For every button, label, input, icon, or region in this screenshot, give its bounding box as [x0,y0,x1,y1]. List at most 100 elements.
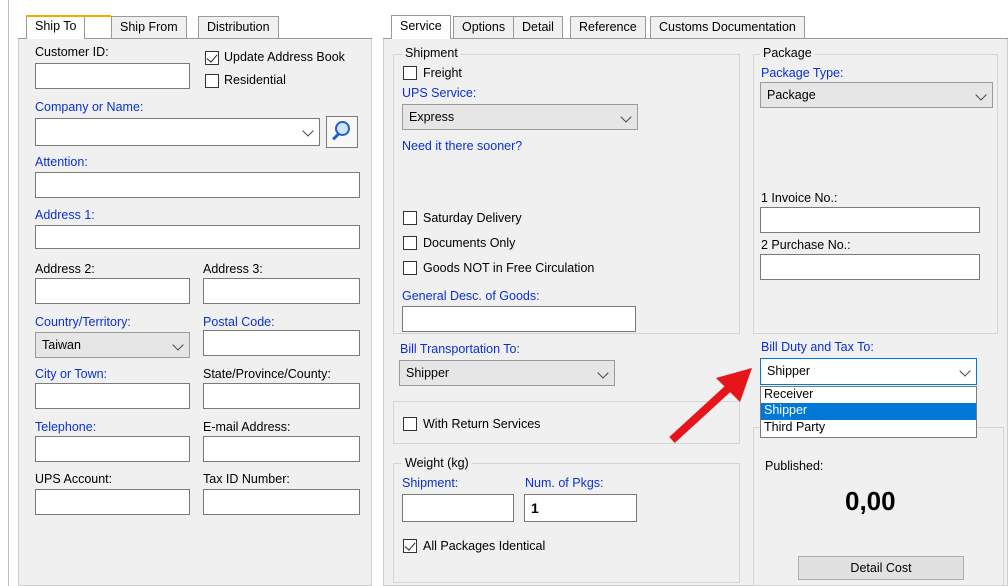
return-services-checkbox[interactable] [403,417,417,431]
tab-distribution[interactable]: Distribution [198,16,279,38]
residential-checkbox[interactable] [205,74,219,88]
tab-ship-to[interactable]: Ship To [26,15,86,39]
right-tab-line [383,38,1008,39]
general-desc-label: General Desc. of Goods: [402,289,540,303]
telephone-input[interactable] [35,436,190,462]
postal-code-label: Postal Code: [203,315,275,329]
bill-duty-value: Shipper [767,364,811,378]
bill-duty-dropdown-list: Receiver Shipper Third Party [760,386,977,438]
package-type-select[interactable]: Package [760,82,993,108]
purchase-input[interactable] [760,254,980,280]
tax-id-label: Tax ID Number: [203,472,290,486]
address2-label: Address 2: [35,262,95,276]
return-services-label: With Return Services [423,417,541,431]
chevron-down-icon [620,111,632,123]
chevron-down-icon [975,89,987,101]
chevron-down-icon [959,365,971,377]
weight-group-label: Weight (kg) [402,456,472,470]
num-pkgs-input[interactable]: 1 [524,494,637,522]
company-select[interactable] [35,118,320,146]
tab-detail[interactable]: Detail [513,16,563,38]
bill-transport-label: Bill Transportation To: [400,342,520,356]
address1-input[interactable] [35,225,360,249]
update-address-book-label: Update Address Book [224,50,345,64]
city-label: City or Town: [35,367,108,381]
postal-code-input[interactable] [203,330,360,356]
company-label: Company or Name: [35,100,144,114]
left-edge [8,0,9,586]
shipment-weight-input[interactable] [402,494,514,522]
tab-ship-from[interactable]: Ship From [111,16,187,38]
bill-transport-value: Shipper [406,366,450,380]
ups-account-label: UPS Account: [35,472,113,486]
tab-reference[interactable]: Reference [570,16,646,38]
package-group-label: Package [760,46,815,60]
need-it-sooner-link[interactable]: Need it there sooner? [402,139,522,153]
invoice-input[interactable] [760,207,980,233]
published-label: Published: [765,459,824,473]
country-value: Taiwan [42,338,81,352]
state-input[interactable] [203,383,360,409]
bill-duty-select[interactable]: Shipper [760,358,977,385]
purchase-label: 2 Purchase No.: [761,238,851,252]
goods-not-free-checkbox[interactable] [403,261,417,275]
general-desc-input[interactable] [402,306,636,332]
tab-customs-documentation[interactable]: Customs Documentation [650,16,805,38]
ups-service-value: Express [409,110,455,124]
email-input[interactable] [203,436,360,462]
num-pkgs-value: 1 [531,500,539,516]
freight-checkbox[interactable] [403,66,417,80]
arrow-shaft [669,382,735,443]
address3-label: Address 3: [203,262,263,276]
bill-duty-label: Bill Duty and Tax To: [761,340,874,354]
saturday-delivery-label: Saturday Delivery [423,211,522,225]
magnifier-handle [332,132,340,141]
documents-only-checkbox[interactable] [403,236,417,250]
invoice-label: 1 Invoice No.: [761,191,838,205]
chevron-down-icon [302,125,314,137]
detail-cost-button[interactable]: Detail Cost [798,556,964,580]
published-amount: 0,00 [845,486,896,516]
address2-input[interactable] [35,278,190,304]
all-packages-identical-label: All Packages Identical [423,539,546,553]
documents-only-label: Documents Only [423,236,516,250]
package-type-label: Package Type: [761,66,844,80]
tab-options[interactable]: Options [453,16,515,38]
ups-account-input[interactable] [35,489,190,515]
chevron-down-icon [172,339,184,351]
address1-label: Address 1: [35,208,95,222]
customer-id-label: Customer ID: [35,45,109,59]
address3-input[interactable] [203,278,360,304]
customer-id-input[interactable] [35,63,190,89]
update-address-book-checkbox[interactable] [205,51,219,65]
tax-id-input[interactable] [203,489,360,515]
city-input[interactable] [35,383,190,409]
state-label: State/Province/County: [203,367,331,381]
shipment-weight-label: Shipment: [402,476,459,490]
saturday-delivery-checkbox[interactable] [403,211,417,225]
option-third-party[interactable]: Third Party [761,420,976,437]
ups-service-label: UPS Service: [402,86,477,100]
email-label: E-mail Address: [203,420,291,434]
telephone-label: Telephone: [35,420,97,434]
country-label: Country/Territory: [35,315,131,329]
attention-label: Attention: [35,155,88,169]
option-receiver[interactable]: Receiver [761,387,976,403]
search-button[interactable] [326,116,358,148]
ups-service-select[interactable]: Express [402,104,638,130]
tab-service[interactable]: Service [391,15,451,39]
chevron-down-icon [597,367,609,379]
country-select[interactable]: Taiwan [35,332,190,358]
red-arrow-annotation [669,368,752,443]
goods-not-free-label: Goods NOT in Free Circulation [423,261,595,275]
num-pkgs-label: Num. of Pkgs: [525,476,604,490]
freight-label: Freight [423,66,462,80]
package-type-value: Package [767,88,816,102]
option-shipper[interactable]: Shipper [761,403,976,420]
active-tab-indicator [26,15,111,17]
bill-transport-select[interactable]: Shipper [399,360,615,386]
attention-input[interactable] [35,172,360,198]
all-packages-identical-checkbox[interactable] [403,539,417,553]
shipment-group-label: Shipment [402,46,461,60]
residential-label: Residential [224,73,286,87]
